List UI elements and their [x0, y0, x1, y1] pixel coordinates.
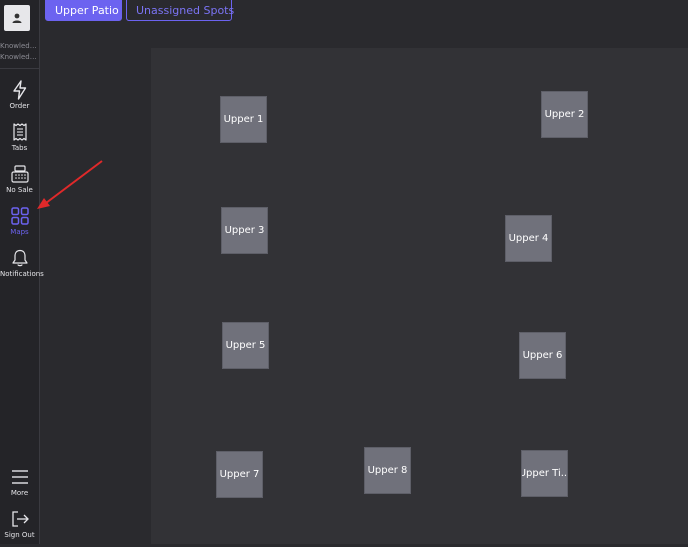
- annotation-arrow: [37, 160, 103, 209]
